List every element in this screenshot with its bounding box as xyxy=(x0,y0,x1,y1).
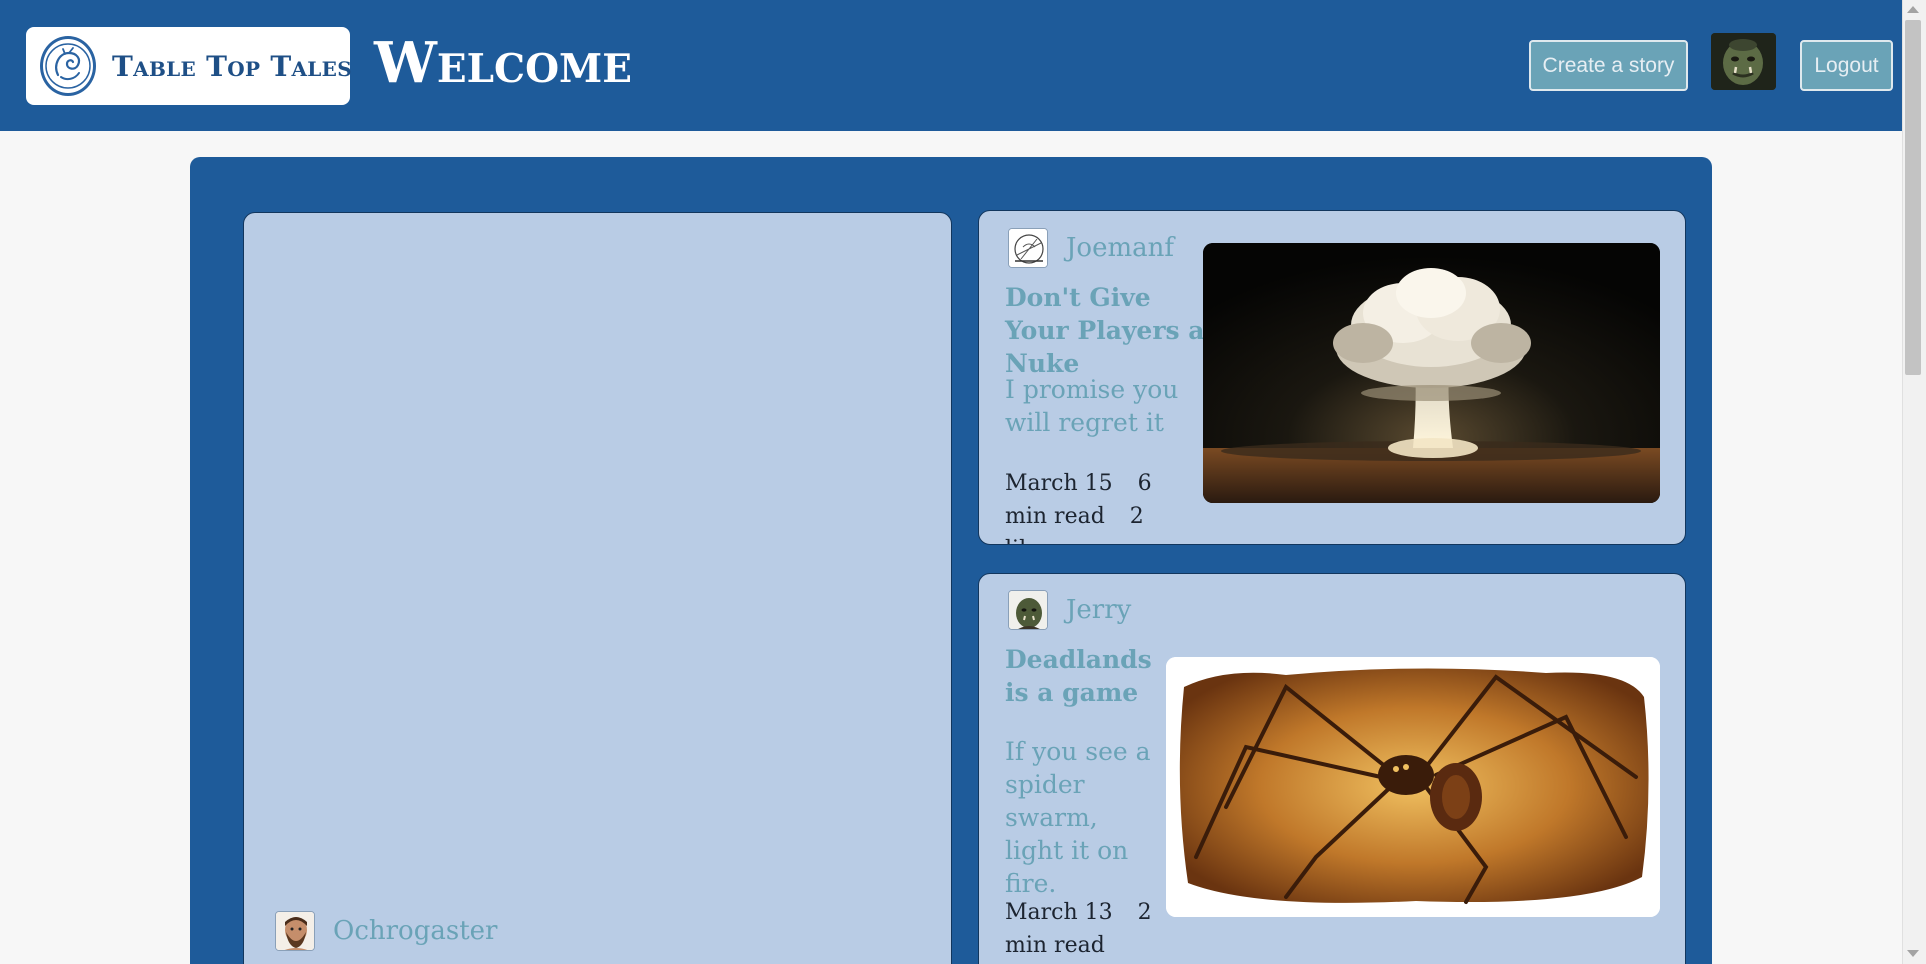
story-author-name[interactable]: Joemanf xyxy=(1066,233,1174,263)
brand-logo[interactable]: Table Top Tales xyxy=(26,27,352,105)
story-date: March 15 xyxy=(1005,471,1113,496)
scroll-down-arrow-icon[interactable] xyxy=(1907,950,1919,957)
story-title[interactable]: Don't Give Your Players a Nuke xyxy=(1005,281,1205,380)
story-meta: March 13 2 min read 3 xyxy=(1005,896,1155,964)
scroll-up-arrow-icon[interactable] xyxy=(1907,6,1919,13)
story-subtitle: If you see a spider swarm, light it on f… xyxy=(1005,737,1151,898)
story-author-row[interactable]: Jerry xyxy=(1008,590,1131,630)
brand-name: Table Top Tales xyxy=(112,49,352,83)
story-date: March 13 xyxy=(1005,900,1113,925)
featured-story-card[interactable]: Ochrogaster xyxy=(243,212,952,964)
giant-spider-image[interactable] xyxy=(1166,657,1660,917)
sketch-avatar-icon xyxy=(1008,228,1048,268)
create-story-button[interactable]: Create a story xyxy=(1529,40,1688,91)
story-author-row[interactable]: Joemanf xyxy=(1008,228,1174,268)
user-avatar[interactable] xyxy=(1711,33,1776,90)
story-meta: March 15 6 min read 2 likes xyxy=(1005,467,1195,544)
featured-author-name[interactable]: Ochrogaster xyxy=(333,916,497,946)
featured-author-row[interactable]: Ochrogaster xyxy=(275,911,497,951)
orc-avatar-icon xyxy=(1008,590,1048,630)
logout-button[interactable]: Logout xyxy=(1800,40,1893,91)
story-card[interactable]: Jerry Deadlands is a game If you see a s… xyxy=(978,573,1686,964)
mushroom-cloud-image[interactable] xyxy=(1203,243,1660,503)
story-title[interactable]: Deadlands is a game xyxy=(1005,643,1165,709)
page-title: Welcome xyxy=(374,30,632,96)
top-header: Table Top Tales Welcome Create a story L… xyxy=(0,0,1902,131)
scrollbar-thumb[interactable] xyxy=(1905,20,1921,375)
orc-avatar-icon xyxy=(1711,33,1776,90)
dragon-emblem-icon xyxy=(40,36,96,96)
story-card[interactable]: Joemanf Don't Give Your Players a Nuke I… xyxy=(978,210,1686,545)
story-author-name[interactable]: Jerry xyxy=(1066,595,1131,625)
bearded-man-avatar-icon xyxy=(275,911,315,951)
story-subtitle: I promise you will regret it xyxy=(1005,375,1179,437)
